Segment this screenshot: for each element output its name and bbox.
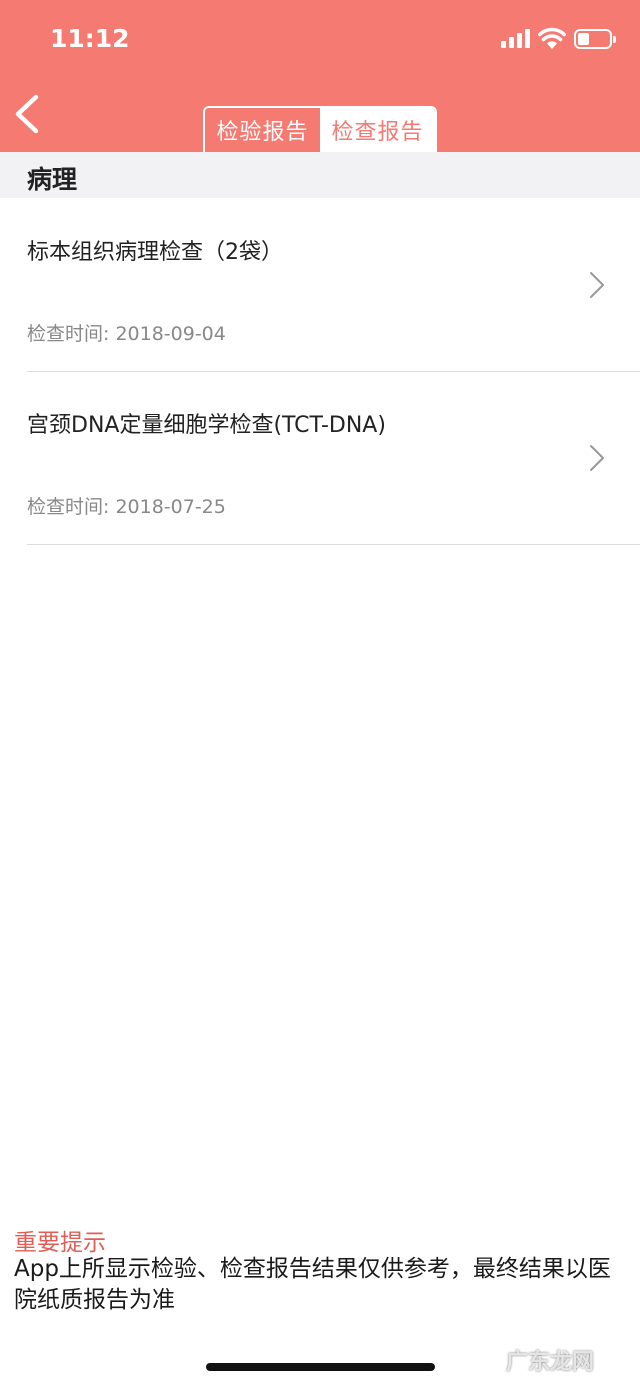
screen: 11:12 检验报告 检查报告 病理 标本组织病理检查（2袋） 检查时间: 20… — [0, 0, 640, 1386]
cellular-signal-icon — [501, 29, 531, 48]
report-tabs: 检验报告 检查报告 — [203, 106, 437, 152]
notice-title: 重要提示 — [14, 1230, 106, 1256]
report-time: 检查时间: 2018-07-25 — [27, 496, 226, 518]
chevron-right-icon — [590, 272, 604, 298]
tab-exam-report[interactable]: 检查报告 — [320, 108, 435, 152]
notice-text: App上所显示检验、检查报告结果仅供参考，最终结果以医院纸质报告为准 — [14, 1256, 611, 1313]
section-header: 病理 — [0, 152, 640, 198]
report-list-item[interactable]: 宫颈DNA定量细胞学检查(TCT-DNA) 检查时间: 2018-07-25 — [0, 371, 640, 545]
chevron-left-icon[interactable] — [12, 92, 46, 136]
chevron-right-icon — [590, 445, 604, 471]
divider — [27, 544, 640, 545]
wifi-icon — [538, 27, 566, 49]
app-header: 11:12 检验报告 检查报告 — [0, 0, 640, 152]
battery-icon — [574, 29, 616, 49]
home-indicator[interactable] — [206, 1363, 435, 1371]
report-time: 检查时间: 2018-09-04 — [27, 323, 226, 345]
tab-lab-report[interactable]: 检验报告 — [205, 108, 320, 152]
report-list-item[interactable]: 标本组织病理检查（2袋） 检查时间: 2018-09-04 — [0, 198, 640, 372]
section-title: 病理 — [27, 165, 78, 194]
report-title: 宫颈DNA定量细胞学检查(TCT-DNA) — [27, 413, 386, 438]
status-time: 11:12 — [50, 24, 130, 53]
watermark: 广东龙网 — [506, 1350, 595, 1375]
report-title: 标本组织病理检查（2袋） — [27, 240, 283, 265]
battery-level — [578, 33, 589, 45]
